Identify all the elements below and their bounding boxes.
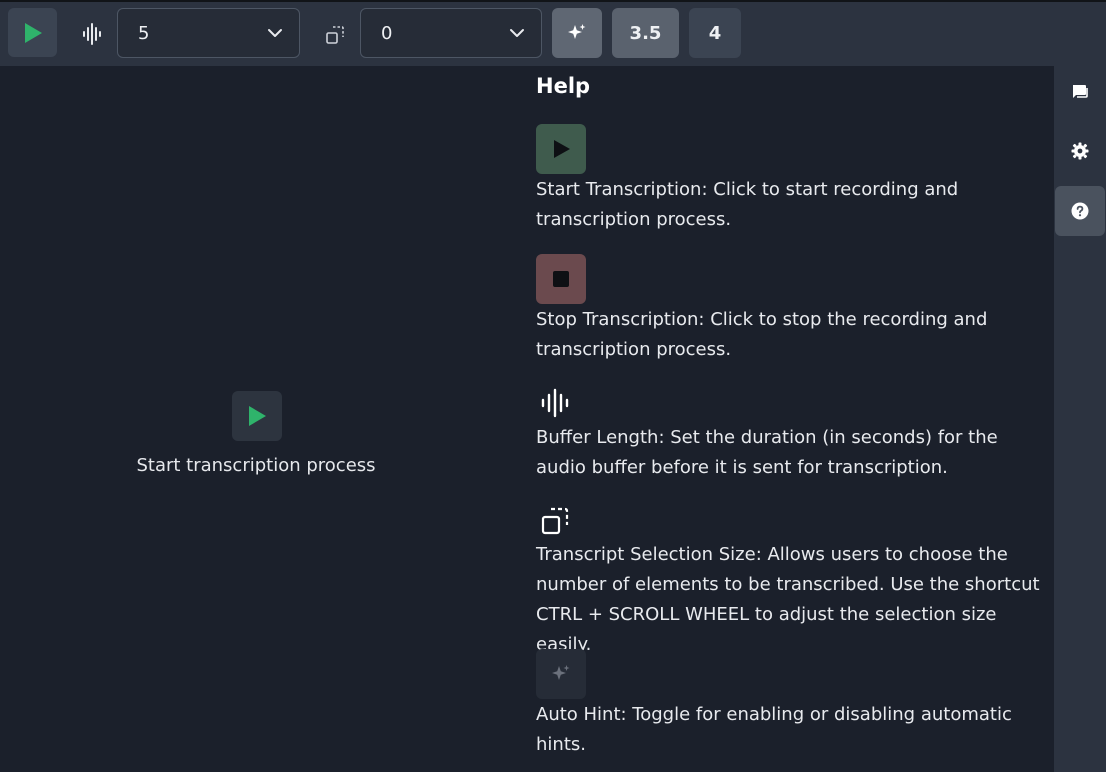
selection-size-value: 0 [381,22,393,44]
help-title: Help [536,74,591,98]
option-3-5-button[interactable]: 3.5 [612,8,679,58]
settings-icon [1071,142,1089,160]
waveform-icon [80,22,104,46]
help-item-buffer-text: Buffer Length: Set the duration (in seco… [536,427,998,478]
help-waveform-icon-box [536,384,574,422]
help-stop-icon-box [536,254,586,304]
help-panel [520,66,1054,772]
help-hint-icon-box [536,649,586,699]
play-icon [24,22,42,43]
help-button[interactable] [1055,186,1105,236]
transcript-button[interactable] [1055,66,1105,116]
sparkle-icon [552,665,570,680]
help-icon [1071,202,1089,220]
option-4-label: 4 [708,22,722,44]
settings-button[interactable] [1055,126,1105,176]
chevron-down-icon [268,29,282,37]
selection-size-icon [541,507,569,535]
buffer-length-select[interactable]: 5 [117,8,300,58]
buffer-length-value: 5 [138,22,150,44]
selection-size-icon [324,24,346,46]
help-item-start-text: Start Transcription: Click to start reco… [536,179,959,230]
stop-icon [553,271,569,287]
play-icon [554,140,570,158]
auto-hint-toggle[interactable] [552,8,602,58]
sparkle-icon [568,24,586,39]
help-item-hint-text: Auto Hint: Toggle for enabling or disabl… [536,704,1012,755]
play-icon [249,406,266,426]
start-transcription-label: Start transcription process [136,455,376,476]
help-item-selection-text: Transcript Selection Size: Allows users … [536,544,1040,655]
help-start-icon-box [536,124,586,174]
selection-size-select[interactable]: 0 [360,8,542,58]
waveform-icon [541,388,569,418]
option-4-button[interactable]: 4 [689,8,741,58]
start-transcription-button[interactable] [8,8,57,57]
chevron-down-icon [510,29,524,37]
start-transcription-center-button[interactable] [232,391,282,441]
help-selection-icon-box [536,502,574,540]
transcript-icon [1073,85,1088,98]
option-3-5-label: 3.5 [629,22,662,44]
help-item-stop-text: Stop Transcription: Click to stop the re… [536,309,988,360]
